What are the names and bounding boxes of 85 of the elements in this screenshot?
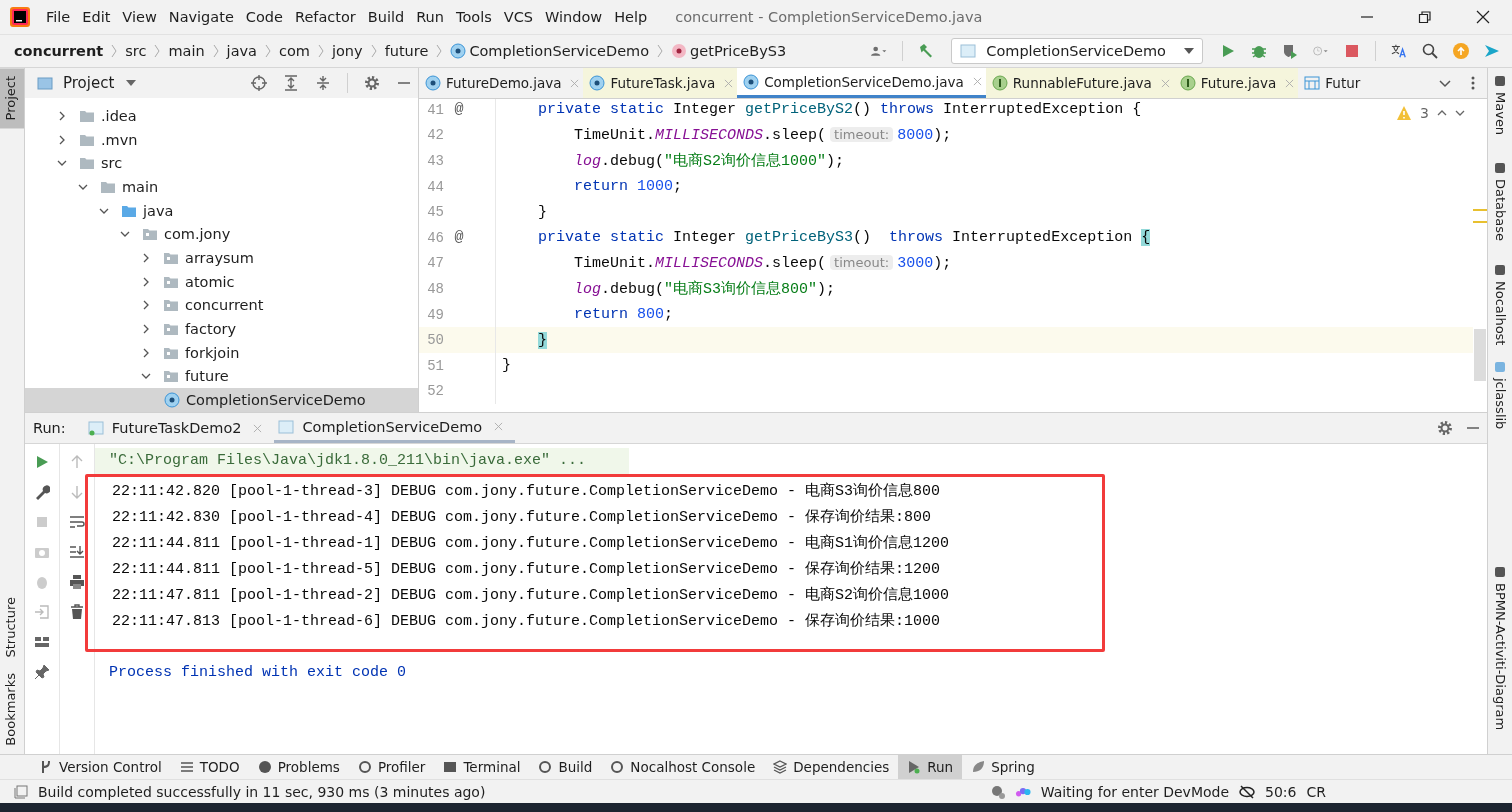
breadcrumb-item[interactable]: java [226,43,257,59]
menu-item[interactable]: File [46,9,71,25]
menu-item[interactable]: Help [614,9,648,25]
menu-item[interactable]: VCS [503,9,533,25]
editor-tab[interactable]: RunnableFuture.java [985,68,1174,98]
console-tab[interactable]: CompletionServiceDemo [274,413,516,443]
editor-tab[interactable]: FutureDemo.java [419,68,584,98]
menu-item[interactable]: Window [545,9,603,25]
tree-item[interactable]: factory [25,317,418,341]
tool-window-tab[interactable]: Project [0,68,24,129]
console-log-line: 22:11:44.811 [pool-1-thread-1] DEBUG com.jony.future.CompletionServiceDemo - 电商S1询价信息1200 [112,533,951,554]
code-line: 51 } [419,352,1473,379]
tree-item[interactable]: CompletionServiceDemo [25,388,418,412]
editor-tab[interactable]: Future.java [1173,68,1299,98]
editor-tab[interactable]: CompletionServiceDemo.java [737,68,986,98]
menu-item[interactable]: Build [367,9,405,25]
console-exit-message: Process finished with exit code 0 [109,663,408,683]
run-configuration-dropdown[interactable]: CompletionServiceDemo [951,38,1203,64]
breadcrumb-item[interactable]: jony [331,43,363,59]
devmode-status[interactable]: Waiting for enter DevMode [1040,783,1230,800]
tool-tab[interactable]: Nocalhost Console [601,755,765,779]
code-line: 45 } [419,199,1473,225]
menu-item[interactable]: Edit [82,9,111,25]
menu-item[interactable]: Code [245,9,283,25]
tool-window-tab[interactable]: Database [1492,179,1508,242]
tree-item[interactable]: src [25,151,418,176]
tree-item[interactable]: forkjoin [25,340,418,365]
tree-item[interactable]: java [25,198,418,223]
tool-tab[interactable]: Profiler [348,755,435,779]
tool-tab[interactable]: TODO [170,755,249,779]
caret-position[interactable]: 50:6 [1265,783,1297,800]
tool-tab[interactable]: Terminal [434,755,530,779]
tool-tab[interactable]: Version Control [30,755,171,779]
console-log-line: 22:11:47.813 [pool-1-thread-6] DEBUG com.jony.future.CompletionServiceDemo - 保存询价结果:1000 [112,611,942,632]
code-line: 44 return 1000; [419,173,1473,200]
editor-tab[interactable]: FutureTask.java [583,68,738,98]
editor-tab[interactable]: Futur [1298,68,1365,98]
status-message[interactable]: Build completed successfully in 11 sec, 930 ms (3 minutes ago) [38,783,486,800]
panel-title[interactable]: Project [63,74,115,93]
console-log-line: 22:11:42.820 [pool-1-thread-3] DEBUG com.jony.future.CompletionServiceDemo - 电商S3询价信息800 [112,481,942,502]
panel-title: Run: [33,420,66,436]
tree-item[interactable]: atomic [25,269,418,294]
tool-window-tab[interactable]: Maven [1492,92,1508,136]
breadcrumb-item[interactable]: src [125,43,147,59]
tool-tab[interactable]: Build [529,755,602,779]
code-line: 42 TimeUnit.MILLISECONDS.sleep( timeout: 8000); [419,122,1473,149]
tree-item[interactable]: .mvn [25,127,418,152]
menu-item[interactable]: Tools [456,9,492,25]
tree-item[interactable]: com.jony [25,222,418,247]
menu-item[interactable]: Navigate [168,9,234,25]
tree-item[interactable]: future [25,364,418,389]
tree-item[interactable]: arraysum [25,246,418,270]
code-line: 52 [419,378,1473,405]
code-line: 47 TimeUnit.MILLISECONDS.sleep( timeout: 3000); [419,250,1473,277]
line-separator[interactable]: CR [1306,783,1326,800]
console-log-line: 22:11:42.830 [pool-1-thread-4] DEBUG com.jony.future.CompletionServiceDemo - 保存询价结果:800 [112,507,933,528]
console-log-line: 22:11:47.811 [pool-1-thread-2] DEBUG com.jony.future.CompletionServiceDemo - 电商S2询价信息1000 [112,585,951,606]
breadcrumb-item[interactable]: getPriceByS3 [690,43,787,59]
breadcrumb-item[interactable]: main [168,43,205,59]
warning-count[interactable]: 3 [1420,105,1429,121]
breadcrumb-item[interactable]: CompletionServiceDemo [469,43,650,59]
code-line: 43 log.debug("电商S2询价信息1000"); [419,148,1473,174]
tool-window-tab[interactable]: Structure [0,588,24,666]
tree-item[interactable]: main [25,175,418,199]
tool-window-tab[interactable]: jclasslib [1492,377,1508,429]
console-log-line: 22:11:44.811 [pool-1-thread-5] DEBUG com.jony.future.CompletionServiceDemo - 保存询价结果:1200 [112,559,942,580]
menu-item[interactable]: Run [416,9,444,25]
tree-item[interactable]: concurrent [25,293,418,318]
console-tab[interactable]: FutureTaskDemo2 [83,413,275,443]
menu-item[interactable]: Refactor [294,9,356,25]
tool-tab[interactable]: Dependencies [764,755,899,779]
breadcrumb-item[interactable]: future [384,43,429,59]
tool-window-tab[interactable]: BPMN-Activiti-Diagram [1492,583,1508,731]
tool-tab[interactable]: Run [898,755,963,779]
tool-window-tab[interactable]: Bookmarks [0,665,24,754]
tool-window-tab[interactable]: Nocalhost [1492,281,1508,346]
tree-item[interactable]: .idea [25,104,418,128]
breadcrumb-item[interactable]: concurrent [14,43,104,59]
menu-item[interactable]: View [122,9,157,25]
tool-tab[interactable]: Problems [248,755,349,779]
code-line: 46 @ private static Integer getPriceByS3() throws InterruptedException { [419,224,1473,251]
breadcrumb-item[interactable]: com [279,43,310,59]
window-title: concurrent - CompletionServiceDemo.java [675,9,983,25]
tool-tab[interactable]: Spring [962,755,1044,779]
code-line: 48 log.debug("电商S3询价信息800"); [419,276,1473,302]
